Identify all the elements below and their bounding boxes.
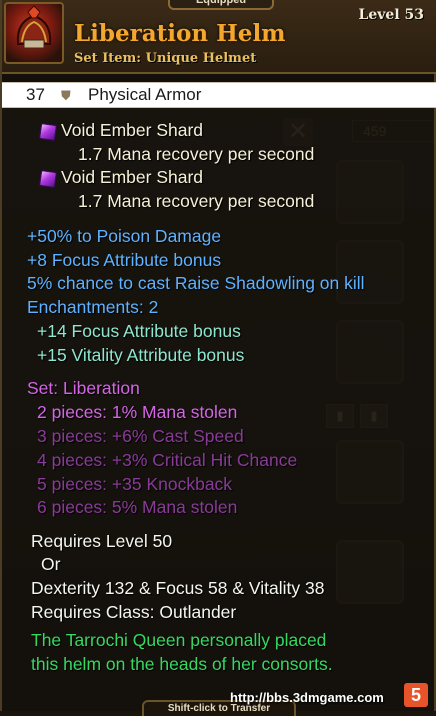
requirement-class: Requires Class: Outlander	[31, 602, 237, 622]
socket-gem-effect: 1.7 Mana recovery per second	[78, 144, 315, 164]
socket-gem-name: Void Ember Shard	[61, 167, 204, 187]
set-bonus-inactive: 4 pieces: +3% Critical Hit Chance	[37, 450, 298, 470]
armor-label: Physical Armor	[88, 85, 202, 104]
shield-icon: ⛊	[61, 88, 71, 103]
flavor-text: The Tarrochi Queen personally placed	[31, 630, 327, 650]
socket-gem-effect: 1.7 Mana recovery per second	[78, 191, 315, 211]
requirement-or: Or	[41, 554, 61, 574]
flavor-text: this helm on the heads of her consorts.	[31, 654, 333, 674]
set-bonus-inactive: 5 pieces: +35 Knockback	[37, 474, 233, 494]
stat-line: 5% chance to cast Raise Shadowling on ki…	[27, 273, 365, 293]
enchantments-heading: Enchantments: 2	[27, 297, 159, 317]
watermark-logo: 5	[404, 683, 428, 707]
void-ember-gem-icon	[38, 122, 58, 142]
item-name: Liberation Helm	[74, 20, 286, 47]
set-bonus-inactive: 6 pieces: 5% Mana stolen	[37, 497, 238, 517]
tooltip-header: Equipped Liberation Helm Set Item: Uniqu…	[2, 0, 436, 74]
watermark-text: http://bbs.3dmgame.com	[230, 690, 384, 705]
armor-row: 37 ⛊ Physical Armor	[2, 82, 436, 108]
enchantment-line: +15 Vitality Attribute bonus	[37, 345, 245, 365]
enchantment-line: +14 Focus Attribute bonus	[37, 321, 241, 341]
helmet-icon	[4, 2, 64, 64]
item-type: Set Item: Unique Helmet	[74, 51, 257, 66]
stat-line: +8 Focus Attribute bonus	[27, 250, 222, 270]
stat-line: +50% to Poison Damage	[27, 226, 222, 246]
requirement-attributes: Dexterity 132 & Focus 58 & Vitality 38	[31, 578, 325, 598]
equipped-tab: Equipped	[168, 0, 274, 10]
item-tooltip: Equipped Liberation Helm Set Item: Uniqu…	[0, 0, 436, 716]
item-level: Level 53	[358, 7, 424, 23]
set-bonus-inactive: 3 pieces: +6% Cast Speed	[37, 426, 244, 446]
set-bonus-active: 2 pieces: 1% Mana stolen	[37, 402, 238, 422]
void-ember-gem-icon	[38, 169, 58, 189]
requirement-level: Requires Level 50	[31, 531, 173, 551]
socket-gem-name: Void Ember Shard	[61, 120, 204, 140]
set-heading: Set: Liberation	[27, 378, 140, 398]
armor-value: 37	[26, 85, 45, 104]
